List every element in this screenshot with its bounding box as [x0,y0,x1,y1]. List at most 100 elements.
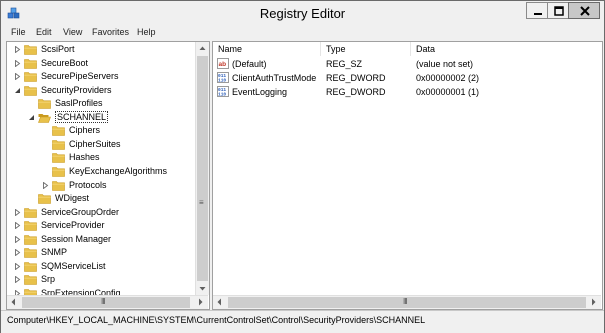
folder-icon [24,207,37,218]
tree-item-label: Protocols [69,179,107,190]
value-row[interactable]: 011 110 ClientAuthTrustMode REG_DWORD 0x… [213,72,601,85]
expand-arrow-icon[interactable] [14,46,21,53]
value-type: REG_DWORD [326,87,386,97]
maximize-icon [554,6,564,16]
tree-item[interactable]: ServiceGroupOrder [7,206,193,219]
svg-text:ab: ab [219,61,227,68]
binary-value-icon: 011 110 [217,86,229,97]
expand-arrow-icon[interactable] [14,249,21,257]
tree-item-label: SecurePipeServers [41,71,119,82]
tree-item[interactable]: Srp [7,273,193,286]
tree-item[interactable]: SCHANNEL [7,110,193,124]
tree-item[interactable]: ScsiPort [7,43,193,56]
folder-icon [24,45,37,55]
scroll-grip-icon: III [101,297,106,306]
expand-arrow-icon[interactable] [14,208,21,216]
tree-item-label: SCHANNEL [55,110,109,123]
tree-item[interactable]: CipherSuites [7,138,193,151]
value-name: EventLogging [232,87,288,97]
expand-arrow-icon[interactable] [14,235,21,243]
folder-icon [24,261,37,272]
tree-horizontal-scrollbar[interactable]: III [7,295,208,309]
tree-item-label: SecurityProviders [41,84,112,95]
tree-vertical-scroll-thumb[interactable] [197,56,208,281]
list-horizontal-scrollbar[interactable]: III [213,295,601,309]
tree-item[interactable]: Protocols [7,179,193,192]
tree-item-label: CipherSuites [69,138,121,149]
tree-item[interactable]: SecureBoot [7,57,193,70]
maximize-button[interactable] [547,2,569,19]
expand-arrow-icon[interactable] [42,181,49,189]
svg-text:110: 110 [218,78,226,84]
value-data: 0x00000001 (1) [416,87,480,97]
tree-item-label: SNMP [41,247,68,258]
menu-favorites[interactable]: Favorites [92,27,129,37]
scroll-up-icon[interactable] [196,42,209,55]
value-row[interactable]: 011 110 EventLogging REG_DWORD 0x0000000… [213,86,601,99]
collapse-arrow-icon[interactable] [14,87,21,94]
tree-vertical-scrollbar[interactable]: ≡ [195,42,209,295]
expand-arrow-icon[interactable] [14,222,21,230]
tree-item[interactable]: Hashes [7,151,193,164]
tree-item[interactable]: SecurePipeServers [7,70,193,83]
folder-icon [24,72,37,82]
tree-item-label: ServiceGroupOrder [41,206,120,217]
menu-file[interactable]: File [11,27,26,37]
scroll-left-icon[interactable] [7,296,20,308]
value-row[interactable]: ab (Default) REG_SZ (value not set) [213,58,601,71]
tree-item-label: Ciphers [69,125,101,136]
tree-item[interactable]: WDigest [7,192,193,205]
tree-item[interactable]: SaslProfiles [7,97,193,110]
close-icon [580,6,590,16]
title-bar[interactable]: Registry Editor [1,1,604,26]
list-horizontal-scroll-thumb[interactable] [228,297,586,308]
tree-item-label: Hashes [69,152,100,163]
scroll-grip-icon: ≡ [199,198,204,207]
tree-item[interactable]: Ciphers [7,124,193,137]
string-value-icon: ab [217,58,229,69]
minimize-button[interactable] [526,2,548,19]
tree-item-label: SecureBoot [41,57,89,68]
tree-item[interactable]: SNMP [7,246,193,259]
menu-help[interactable]: Help [137,27,156,37]
value-type: REG_DWORD [326,73,386,83]
expand-arrow-icon[interactable] [14,262,21,270]
folder-icon [52,153,65,164]
column-header-data[interactable]: Data [411,42,601,56]
folder-icon [52,180,65,191]
tree-item-label: ServiceProvider [41,220,105,231]
menu-bar: File Edit View Favorites Help [1,26,604,40]
folder-icon [24,221,37,231]
column-header-name[interactable]: Name [213,42,321,56]
folder-icon [24,248,37,259]
collapse-arrow-icon[interactable] [28,114,35,121]
column-header-type[interactable]: Type [321,42,411,56]
expand-arrow-icon[interactable] [14,59,21,67]
tree-item[interactable]: SecurityProviders [7,84,193,97]
folder-icon [24,275,37,286]
value-name: ClientAuthTrustMode [232,73,317,83]
folder-icon [24,58,37,69]
status-bar: Computer\HKEY_LOCAL_MACHINE\SYSTEM\Curre… [1,310,604,333]
tree-horizontal-scroll-thumb[interactable] [22,297,190,308]
scroll-down-icon[interactable] [196,282,209,295]
tree-item[interactable]: ServiceProvider [7,219,193,232]
values-list-pane[interactable]: Name Type Data ab (Default) REG_SZ (valu… [212,41,603,310]
expand-arrow-icon[interactable] [14,73,21,81]
menu-view[interactable]: View [63,27,82,37]
close-button[interactable] [568,2,600,19]
tree-item[interactable]: Session Manager [7,233,193,246]
scroll-right-icon[interactable] [587,296,600,308]
menu-edit[interactable]: Edit [36,27,52,37]
window-title: Registry Editor [259,6,346,21]
tree-item-label: Session Manager [41,233,112,244]
value-type: REG_SZ [326,59,363,69]
tree-item[interactable]: KeyExchangeAlgorithms [7,165,193,178]
scroll-right-icon[interactable] [194,296,207,308]
key-tree-pane[interactable]: ScsiPort SecureBoot SecurePipeServers Secur… [6,41,210,310]
key-path: Computer\HKEY_LOCAL_MACHINE\SYSTEM\Curre… [7,315,426,325]
value-data: 0x00000002 (2) [416,73,480,83]
scroll-left-icon[interactable] [213,296,226,308]
expand-arrow-icon[interactable] [14,276,21,284]
tree-item[interactable]: SQMServiceList [7,260,193,273]
